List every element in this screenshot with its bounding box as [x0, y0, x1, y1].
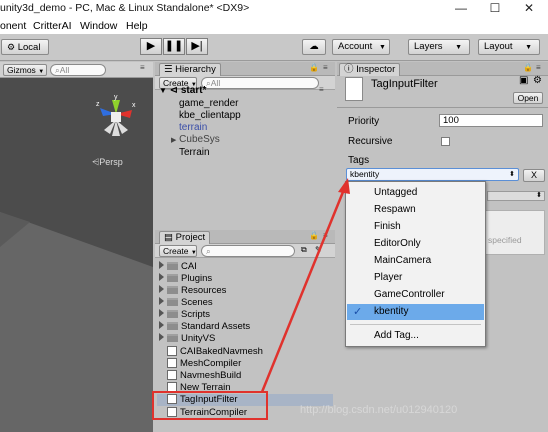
annotation-arrow	[260, 178, 350, 393]
